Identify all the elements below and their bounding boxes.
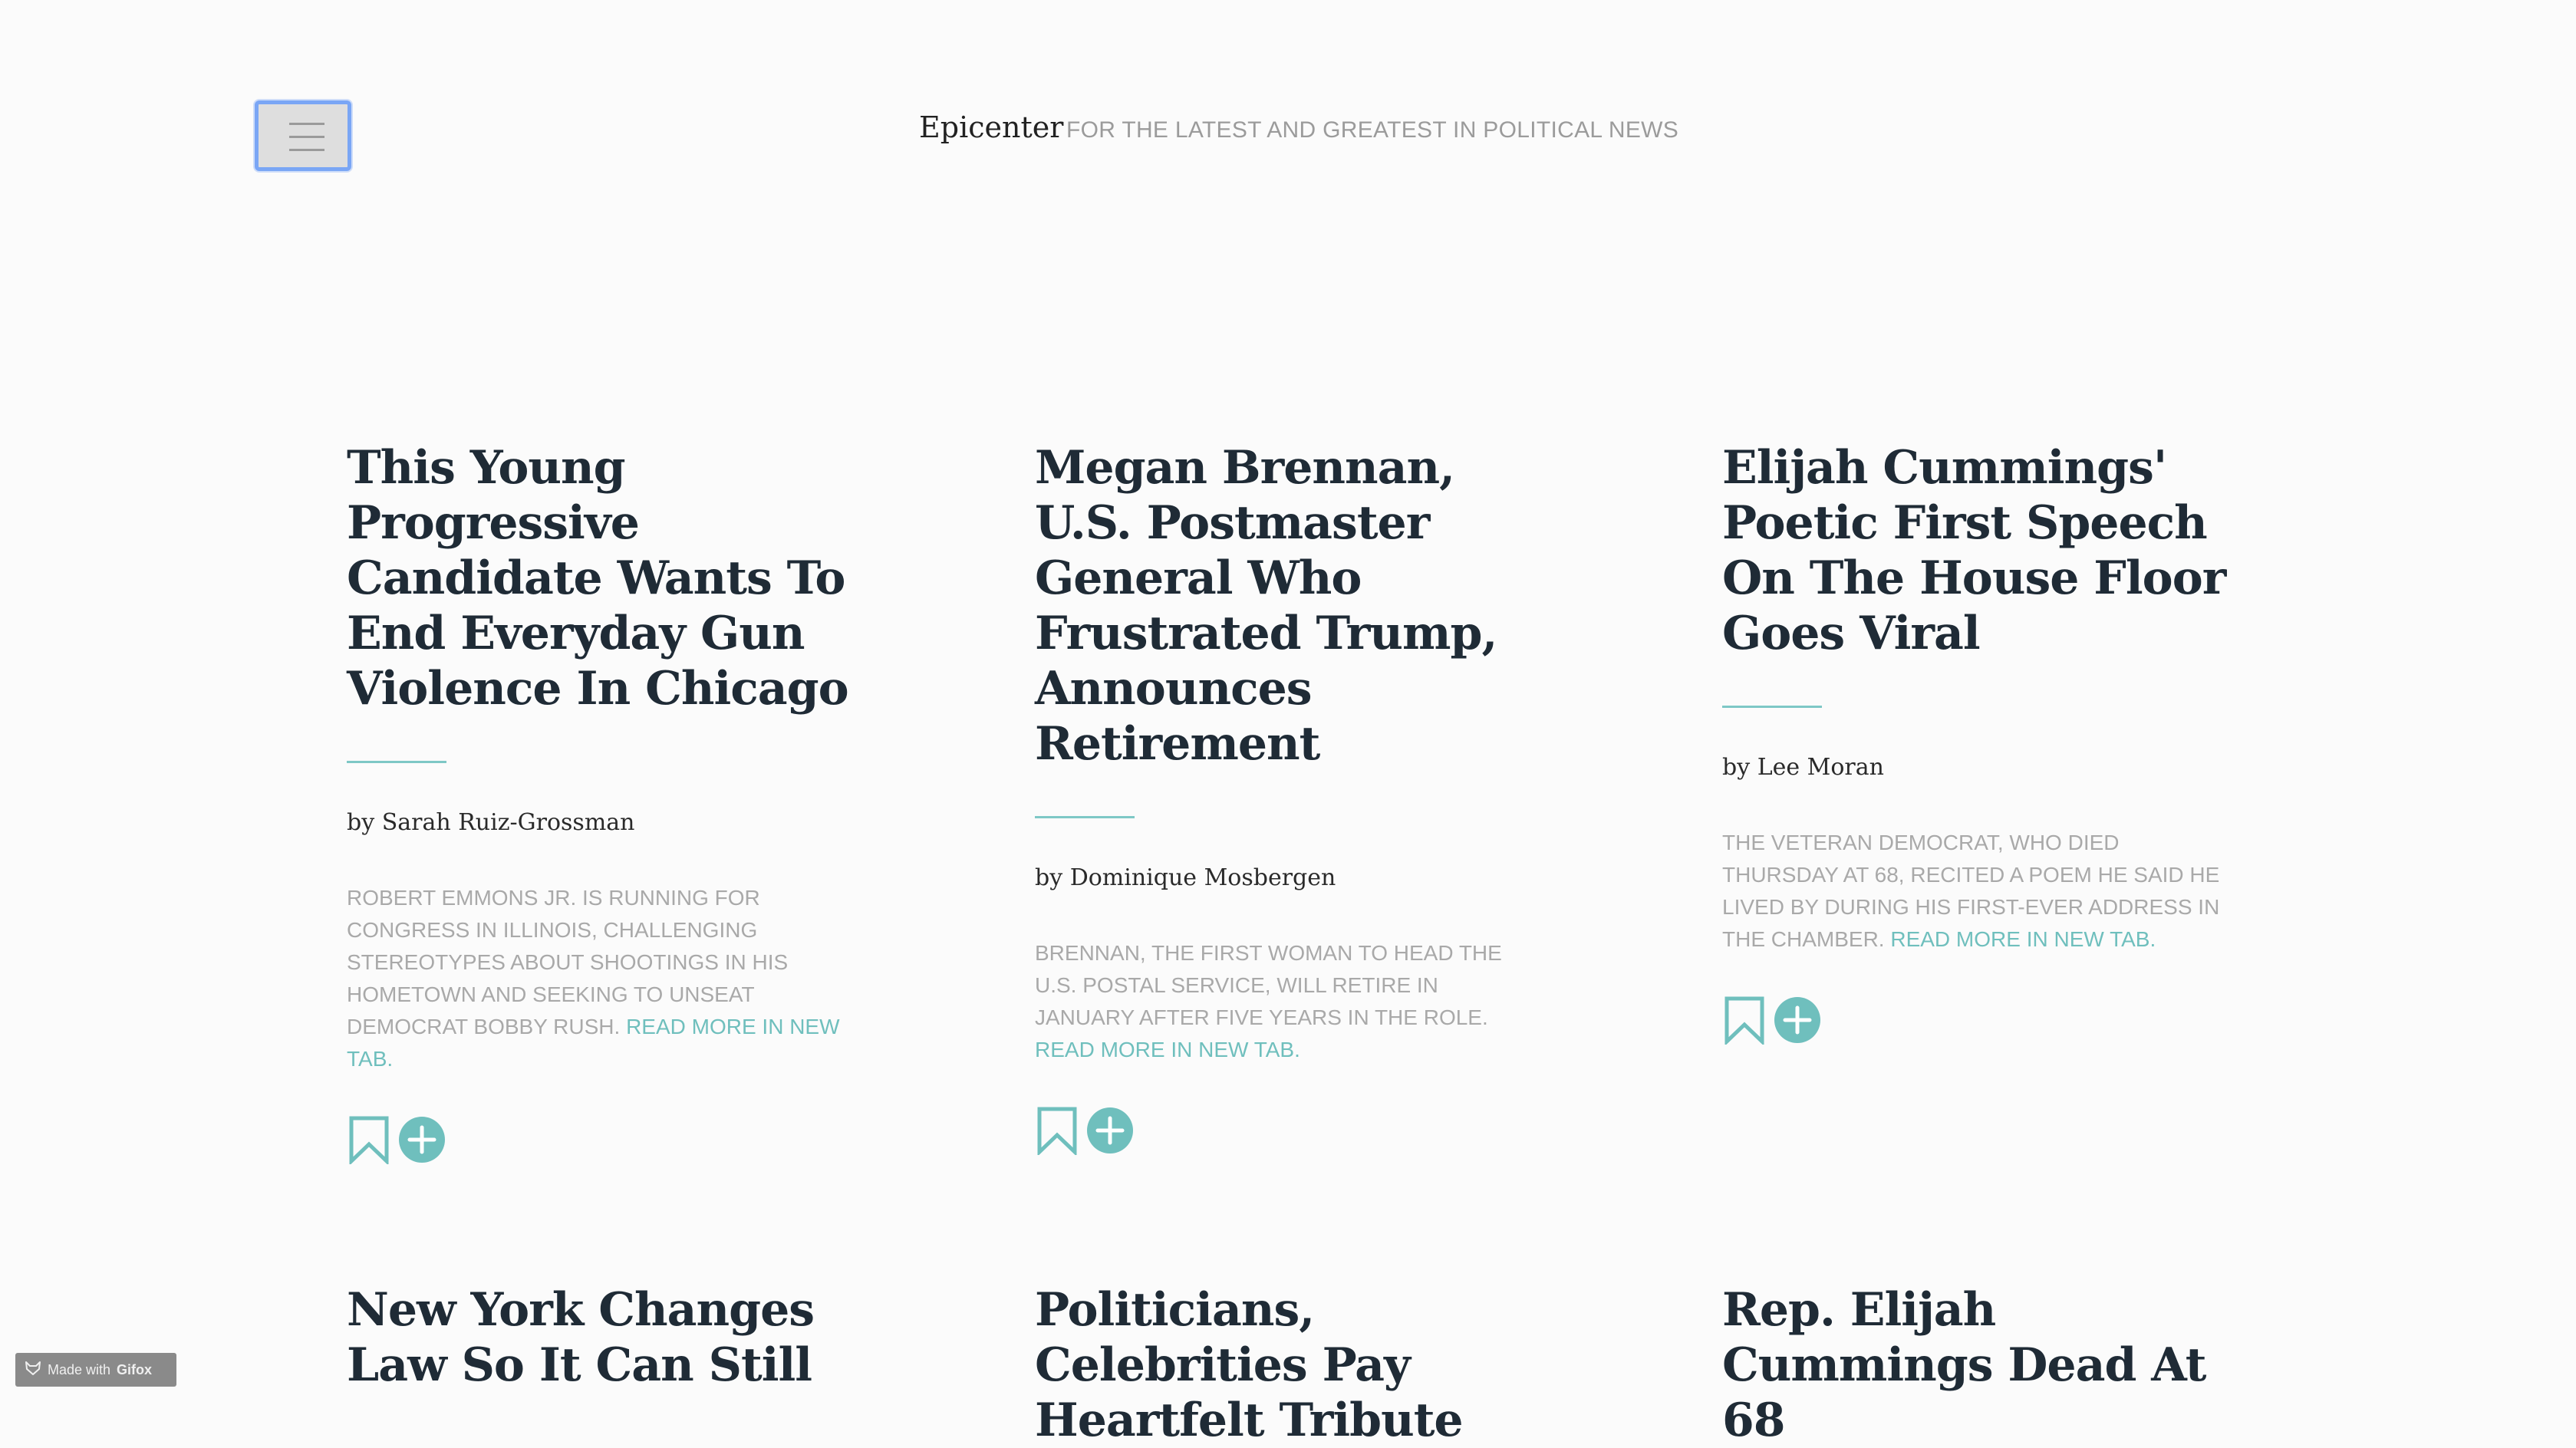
article-title[interactable]: Elijah Cummings' Poetic First Speech On … bbox=[1722, 440, 2244, 661]
article-byline: by Lee Moran bbox=[1722, 754, 1884, 781]
article-summary: ROBERT EMMONS JR. IS RUNNING FOR CONGRES… bbox=[347, 882, 845, 1075]
article-title[interactable]: This Young Progressive Candidate Wants T… bbox=[347, 440, 868, 716]
article-byline: by Dominique Mosbergen bbox=[1035, 864, 1336, 891]
plus-circle-icon[interactable] bbox=[1085, 1106, 1135, 1159]
summary-text: BRENNAN, THE FIRST WOMAN TO HEAD THE U.S… bbox=[1035, 941, 1502, 1029]
plus-circle-icon[interactable] bbox=[397, 1115, 446, 1168]
read-more-link[interactable]: READ MORE IN NEW TAB. bbox=[1890, 927, 2156, 951]
title-divider bbox=[1035, 816, 1135, 818]
article-title[interactable]: Megan Brennan, U.S. Postmaster General W… bbox=[1035, 440, 1556, 772]
article-card: This Young Progressive Candidate Wants T… bbox=[347, 440, 868, 1168]
article-summary: THE VETERAN DEMOCRAT, WHO DIED THURSDAY … bbox=[1722, 827, 2221, 956]
article-card: Politicians, Celebrities Pay Heartfelt T… bbox=[1035, 1282, 1556, 1448]
article-card: Rep. Elijah Cummings Dead At 68 bbox=[1722, 1282, 2244, 1448]
article-actions bbox=[1035, 1106, 1556, 1159]
gifox-watermark: Made with Gifox bbox=[15, 1353, 176, 1387]
article-title[interactable]: New York Changes Law So It Can Still bbox=[347, 1282, 868, 1393]
article-card: New York Changes Law So It Can Still bbox=[347, 1282, 868, 1393]
article-actions bbox=[347, 1115, 868, 1168]
bookmark-icon[interactable] bbox=[1035, 1106, 1079, 1159]
title-divider bbox=[1722, 706, 1822, 708]
plus-circle-icon[interactable] bbox=[1773, 995, 1822, 1048]
fox-icon bbox=[25, 1361, 41, 1380]
bookmark-icon[interactable] bbox=[347, 1115, 391, 1168]
article-card: Elijah Cummings' Poetic First Speech On … bbox=[1722, 440, 2244, 1048]
article-title[interactable]: Rep. Elijah Cummings Dead At 68 bbox=[1722, 1282, 2244, 1448]
title-divider bbox=[347, 761, 446, 763]
article-title[interactable]: Politicians, Celebrities Pay Heartfelt T… bbox=[1035, 1282, 1556, 1448]
article-card: Megan Brennan, U.S. Postmaster General W… bbox=[1035, 440, 1556, 1159]
bookmark-icon[interactable] bbox=[1722, 995, 1767, 1048]
watermark-prefix: Made with bbox=[48, 1361, 111, 1377]
article-actions bbox=[1722, 995, 2244, 1048]
article-byline: by Sarah Ruiz-Grossman bbox=[347, 809, 635, 836]
read-more-link[interactable]: READ MORE IN NEW TAB. bbox=[1035, 1038, 1300, 1061]
article-summary: BRENNAN, THE FIRST WOMAN TO HEAD THE U.S… bbox=[1035, 937, 1533, 1066]
article-grid: This Young Progressive Candidate Wants T… bbox=[0, 0, 2576, 1447]
watermark-brand: Gifox bbox=[117, 1361, 153, 1377]
